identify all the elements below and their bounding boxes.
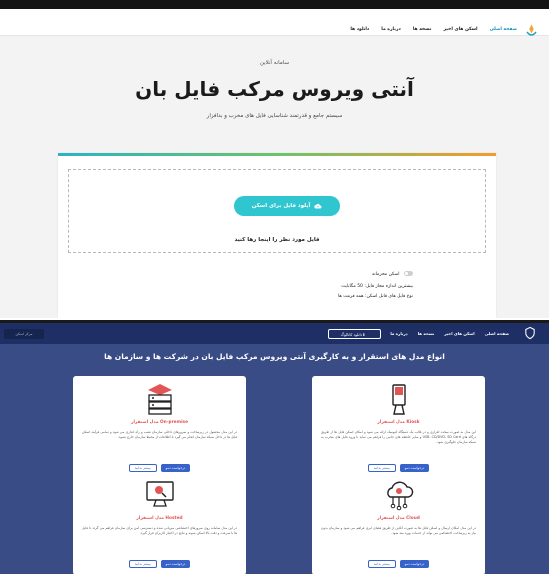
- shield-logo-icon[interactable]: [523, 326, 537, 340]
- upload-file-button[interactable]: آپلود فایل برای اسکن: [234, 196, 340, 216]
- learn-more-button[interactable]: بیشتر بدانید: [128, 560, 157, 568]
- site-header: صفحه اصلی اسکن های اخیر نسخه ها درباره م…: [0, 9, 549, 36]
- browser-top-strip: [0, 0, 549, 9]
- model-title: مدل استقرار Kiosk: [377, 420, 420, 425]
- main-nav: صفحه اصلی اسکن های اخیر نسخه ها درباره م…: [350, 27, 517, 32]
- dark-main-nav: صفحه اصلی اسکن های اخیر نسخه ها درباره م…: [390, 331, 509, 336]
- top-screenshot: صفحه اصلی اسکن های اخیر نسخه ها درباره م…: [0, 0, 549, 318]
- model-description: در این مدل سامانه روی سرورهای اختصاصی می…: [82, 526, 237, 535]
- page-title: آنتی ویروس مرکب فایل بان: [135, 77, 414, 101]
- model-actions: درخواست دمو بیشتر بدانید: [312, 464, 485, 472]
- learn-more-button[interactable]: بیشتر بدانید: [367, 464, 396, 472]
- nav-item-about[interactable]: درباره ما: [381, 27, 401, 32]
- request-demo-button[interactable]: درخواست دمو: [160, 560, 191, 568]
- nav-item-downloads[interactable]: دانلود ها: [350, 27, 369, 32]
- cloud-upload-icon: [314, 203, 322, 209]
- request-demo-button[interactable]: درخواست دمو: [399, 560, 430, 568]
- hero-eyebrow: سامانه آنلاین: [259, 60, 290, 66]
- monitor-search-icon: [145, 481, 174, 507]
- dark-nav-item-home[interactable]: صفحه اصلی: [485, 331, 509, 336]
- page-subtitle: سیستم جامع و قدرتمند شناسایی فایل های مخ…: [206, 113, 343, 119]
- model-actions: درخواست دمو بیشتر بدانید: [73, 464, 246, 472]
- learn-more-button[interactable]: بیشتر بدانید: [128, 464, 157, 472]
- kiosk-icon: [391, 384, 406, 415]
- cloud-network-icon: [386, 481, 413, 511]
- request-demo-button[interactable]: درخواست دمو: [160, 464, 191, 472]
- corner-badge[interactable]: مرکز اسکن: [4, 329, 44, 339]
- server-rack-icon: [147, 384, 172, 415]
- dark-nav-item-about[interactable]: درباره ما: [390, 331, 407, 336]
- model-actions: درخواست دمو بیشتر بدانید: [73, 560, 246, 568]
- upload-card: آپلود فایل برای اسکن فایل مورد نظر را ای…: [58, 153, 496, 318]
- bottom-screenshot: صفحه اصلی اسکن های اخیر نسخه ها درباره م…: [0, 320, 549, 574]
- model-description: در این مدل محصول در زیرساخت و سرورهای دا…: [82, 430, 237, 439]
- dark-nav-item-versions[interactable]: نسخه ها: [418, 331, 435, 336]
- model-card-kiosk: مدل استقرار Kiosk این مدل به صورت سخت اف…: [312, 376, 485, 479]
- nav-item-recent-scans[interactable]: اسکن های اخیر: [443, 27, 477, 32]
- model-actions: درخواست دمو بیشتر بدانید: [312, 560, 485, 568]
- file-drop-zone[interactable]: آپلود فایل برای اسکن فایل مورد نظر را ای…: [68, 169, 486, 253]
- model-description: در این مدل امکان ارسال و اسکن فایل ها به…: [321, 526, 476, 535]
- private-scan-toggle[interactable]: [404, 271, 413, 276]
- allowed-types-text: نوع فایل های قابل اسکن: همه فرمت ها: [338, 294, 413, 299]
- max-size-text: بیشترین اندازه مجاز فایل: 50 مگابایت: [341, 284, 413, 289]
- drop-hint-text: فایل مورد نظر را اینجا رها کنید: [234, 237, 320, 243]
- dark-site-header: صفحه اصلی اسکن های اخیر نسخه ها درباره م…: [0, 323, 549, 344]
- download-catalog-button[interactable]: دانلود کاتالوگ ⬇: [328, 329, 381, 339]
- download-icon: ⬇: [362, 331, 366, 337]
- download-catalog-label: دانلود کاتالوگ: [340, 331, 363, 337]
- model-title: مدل استقرار Hosted: [136, 516, 183, 521]
- upload-button-label: آپلود فایل برای اسکن: [251, 203, 311, 209]
- section-title: انواع مدل های استقرار و به کارگیری آنتی …: [104, 352, 445, 361]
- model-title: مدل استقرار Cloud: [377, 516, 420, 521]
- model-card-on-premise: مدل استقرار On-premise در این مدل محصول …: [73, 376, 246, 479]
- dark-nav-item-recent-scans[interactable]: اسکن های اخیر: [444, 331, 474, 336]
- nav-item-home[interactable]: صفحه اصلی: [490, 27, 517, 32]
- request-demo-button[interactable]: درخواست دمو: [399, 464, 430, 472]
- model-card-cloud: مدل استقرار Cloud در این مدل امکان ارسال…: [312, 472, 485, 574]
- gradient-accent-bar: [58, 153, 496, 156]
- private-scan-label: اسکن محرمانه: [371, 272, 400, 277]
- model-title: مدل استقرار On-premise: [130, 420, 189, 425]
- nav-item-versions[interactable]: نسخه ها: [413, 27, 432, 32]
- learn-more-button[interactable]: بیشتر بدانید: [367, 560, 396, 568]
- private-scan-option: اسکن محرمانه: [372, 271, 413, 277]
- model-description: این مدل به صورت سخت افزاری و در قالب یک …: [321, 430, 476, 444]
- brand-logo-icon[interactable]: [524, 23, 539, 38]
- model-card-hosted: مدل استقرار Hosted در این مدل سامانه روی…: [73, 472, 246, 574]
